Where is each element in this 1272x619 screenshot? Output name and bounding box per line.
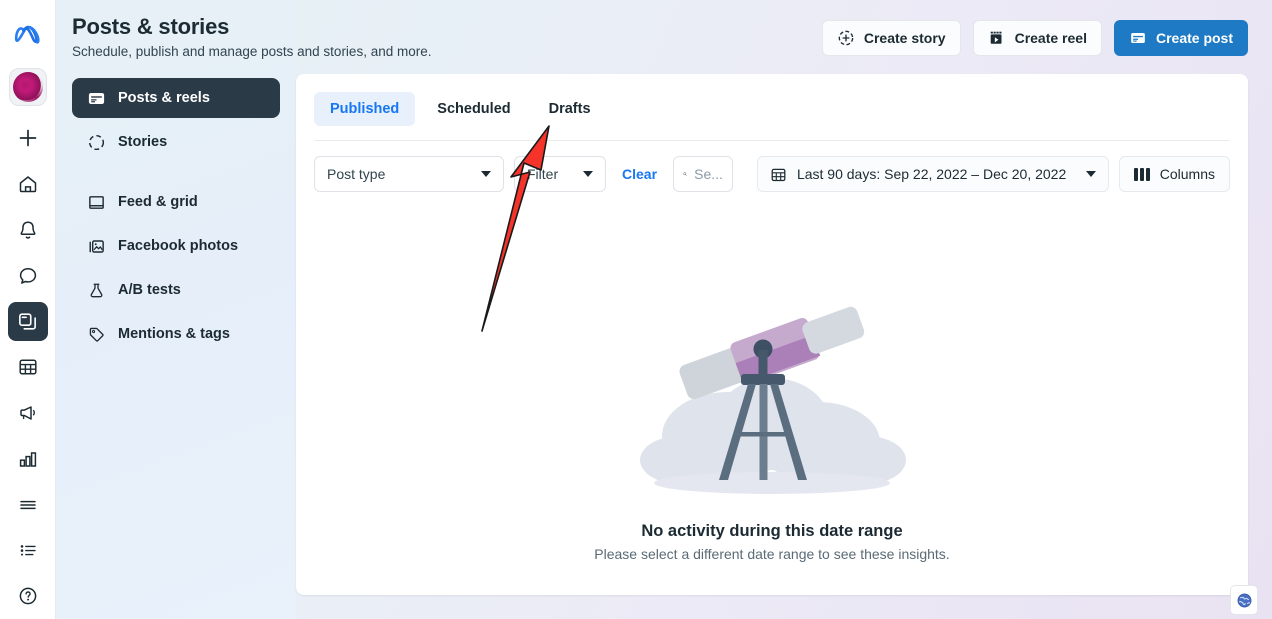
story-plus-icon: [838, 30, 854, 46]
create-story-button[interactable]: Create story: [821, 20, 961, 56]
sidebar: Posts & reels Stories Feed & grid Facebo…: [56, 0, 314, 619]
hamburger-icon: [19, 500, 36, 509]
empty-state: No activity during this date range Pleas…: [296, 284, 1248, 562]
rail-item-ads[interactable]: [8, 393, 48, 433]
columns-icon: [1134, 167, 1150, 181]
chevron-down-icon: [481, 171, 491, 177]
bullet-list-icon: [20, 545, 36, 556]
post-icon: [1131, 32, 1145, 44]
create-story-label: Create story: [863, 30, 946, 46]
main-content: Posts & stories Schedule, publish and ma…: [72, 0, 1272, 619]
feed-grid-icon: [86, 192, 106, 212]
sidebar-item-label: Facebook photos: [118, 238, 239, 254]
post-type-label: Post type: [327, 166, 386, 182]
rail-item-list[interactable]: [8, 530, 48, 570]
header-actions: Create story Create reel Create post: [821, 20, 1248, 56]
create-reel-button[interactable]: Create reel: [972, 20, 1102, 56]
megaphone-icon: [19, 406, 35, 420]
sidebar-item-label: Feed & grid: [118, 194, 198, 210]
sidebar-item-label: Stories: [118, 134, 168, 150]
date-range-label: Last 90 days: Sep 22, 2022 – Dec 20, 202…: [796, 166, 1067, 182]
tab-scheduled-label: Scheduled: [437, 101, 511, 117]
empty-state-subtitle: Please select a different date range to …: [594, 546, 950, 562]
sidebar-divider: [72, 166, 280, 182]
create-post-button[interactable]: Create post: [1113, 20, 1248, 56]
columns-label: Columns: [1159, 166, 1215, 182]
posts-icon: [19, 313, 36, 330]
plus-icon: [19, 130, 36, 147]
left-rail: [0, 0, 56, 619]
chevron-down-icon: [1086, 171, 1097, 177]
bell-icon: [19, 221, 36, 239]
rail-item-help[interactable]: [8, 576, 48, 616]
stories-ring-icon: [86, 132, 106, 152]
date-range-picker[interactable]: Last 90 days: Sep 22, 2022 – Dec 20, 202…: [756, 156, 1110, 192]
language-globe-button[interactable]: [1230, 585, 1258, 615]
empty-state-title: No activity during this date range: [641, 522, 903, 540]
content-card: Published Scheduled Drafts Post type Fil…: [296, 74, 1248, 595]
avatar-image: [12, 71, 43, 102]
page-header: Posts & stories Schedule, publish and ma…: [72, 0, 772, 59]
home-icon: [19, 176, 36, 193]
filter-label: Filter: [527, 166, 559, 182]
rail-item-posts[interactable]: [7, 301, 48, 342]
photos-icon: [86, 236, 106, 256]
sidebar-item-feed-grid[interactable]: Feed & grid: [72, 182, 280, 222]
search-input[interactable]: Se...: [673, 156, 733, 192]
rail-item-insights[interactable]: [8, 439, 48, 479]
create-reel-label: Create reel: [1014, 30, 1087, 46]
filter-toolbar: Post type Filter Clear Se... Last 90 day…: [296, 141, 1248, 192]
reel-icon: [990, 31, 1002, 44]
clear-filters-link[interactable]: Clear: [616, 166, 663, 182]
rail-item-menu[interactable]: [8, 485, 48, 525]
sidebar-item-label: A/B tests: [118, 282, 181, 298]
sidebar-item-label: Mentions & tags: [118, 326, 230, 342]
posts-icon: [86, 88, 106, 108]
tab-published-label: Published: [330, 101, 400, 117]
create-post-label: Create post: [1155, 30, 1233, 46]
app-window: Posts & reels Stories Feed & grid Facebo…: [0, 0, 1272, 619]
search-placeholder: Se...: [694, 166, 723, 182]
sidebar-item-facebook-photos[interactable]: Facebook photos: [72, 226, 280, 266]
page-title: Posts & stories: [72, 14, 230, 39]
question-circle-icon: [19, 587, 36, 605]
sidebar-item-label: Posts & reels: [118, 90, 210, 106]
chat-bubble-icon: [19, 267, 36, 284]
sidebar-item-stories[interactable]: Stories: [72, 122, 280, 162]
tab-drafts[interactable]: Drafts: [533, 92, 607, 126]
rail-item-planner[interactable]: [8, 347, 48, 387]
calendar-grid-icon: [18, 359, 37, 375]
meta-logo[interactable]: [10, 16, 46, 52]
chevron-down-icon: [583, 171, 593, 177]
sidebar-item-posts-reels[interactable]: Posts & reels: [72, 78, 280, 118]
columns-button[interactable]: Columns: [1119, 156, 1230, 192]
bar-chart-icon: [19, 452, 36, 467]
rail-item-notifications[interactable]: [8, 210, 48, 250]
tab-scheduled[interactable]: Scheduled: [421, 92, 526, 126]
sidebar-item-ab-tests[interactable]: A/B tests: [72, 270, 280, 310]
flask-icon: [86, 280, 106, 300]
page-subtitle: Schedule, publish and manage posts and s…: [72, 44, 432, 59]
search-icon: [683, 172, 687, 176]
avatar[interactable]: [8, 67, 47, 106]
post-type-select[interactable]: Post type: [314, 156, 504, 192]
globe-icon: [1237, 593, 1251, 607]
rail-item-create[interactable]: [8, 119, 48, 159]
rail-item-messages[interactable]: [8, 256, 48, 296]
telescope-illustration: [622, 284, 922, 514]
tab-bar: Published Scheduled Drafts: [296, 74, 1248, 126]
tab-drafts-label: Drafts: [548, 101, 591, 117]
tab-published[interactable]: Published: [314, 92, 416, 126]
rail-item-home[interactable]: [8, 164, 48, 204]
filter-select[interactable]: Filter: [514, 156, 606, 192]
calendar-icon: [771, 168, 786, 181]
tag-icon: [86, 324, 106, 344]
sidebar-item-mentions-tags[interactable]: Mentions & tags: [72, 314, 280, 354]
